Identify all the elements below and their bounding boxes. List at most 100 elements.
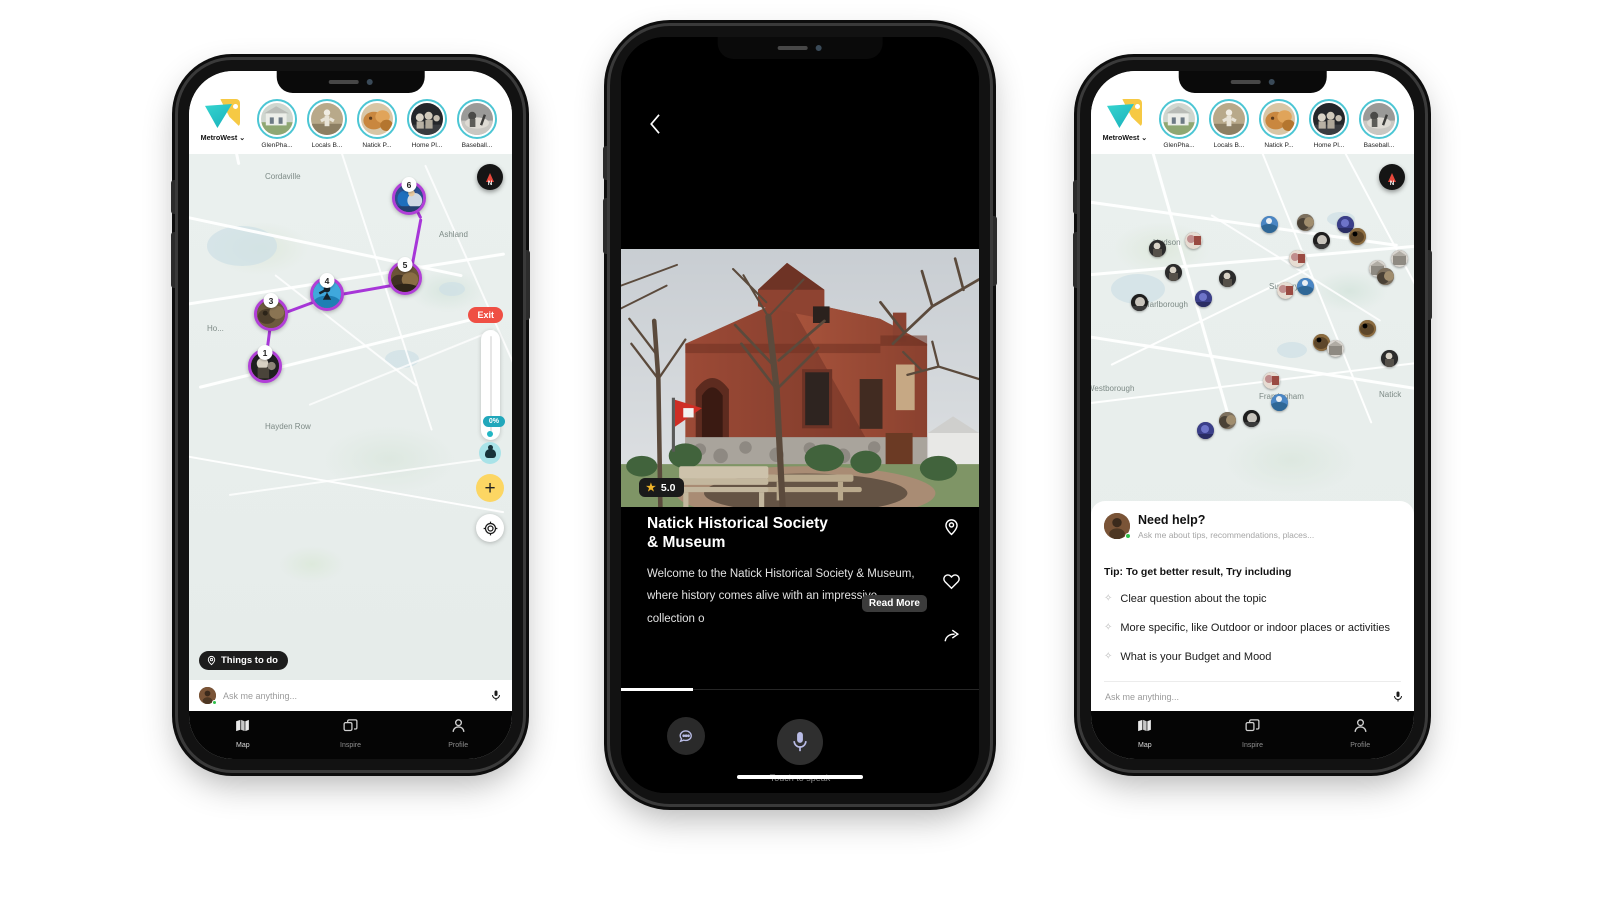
map-photo-pin[interactable] (1219, 412, 1236, 429)
walker-icon[interactable] (479, 442, 501, 464)
tip-text: More specific, like Outdoor or indoor pl… (1120, 622, 1391, 635)
place-detail-view: ★ 5.0 Natick Historical Society & Museum… (621, 37, 979, 793)
microphone-button[interactable] (776, 719, 823, 765)
map-photo-pin[interactable] (1219, 270, 1236, 287)
stories-bar-3: MetroWest ⌄ GlenPha... Locals B... Natick … (1091, 97, 1414, 154)
user-avatar[interactable] (199, 687, 217, 705)
map-photo-pin[interactable] (1349, 228, 1366, 245)
power-button[interactable] (1428, 250, 1432, 320)
map-photo-pin[interactable] (1377, 268, 1394, 285)
share-icon[interactable] (942, 627, 961, 646)
assistant-avatar (1104, 513, 1131, 540)
brand-block-3[interactable]: MetroWest ⌄ (1100, 99, 1150, 142)
microphone-icon (793, 732, 807, 752)
map-photo-pin[interactable] (1297, 278, 1314, 295)
story-item-3[interactable]: Home Pl... (1308, 99, 1350, 149)
heart-icon[interactable] (942, 572, 961, 591)
map-photo-pin[interactable] (1185, 232, 1202, 249)
progress-badge: 0% (482, 416, 505, 427)
locate-icon[interactable] (476, 514, 504, 542)
tab-label: Profile (448, 742, 469, 749)
route-marker-1[interactable]: 1 (248, 345, 282, 383)
route-marker-3[interactable]: 3 (254, 293, 288, 331)
metrowest-logo-icon (205, 99, 241, 131)
story-ring (1159, 99, 1199, 139)
microphone-icon[interactable] (490, 688, 502, 703)
story-item-3[interactable]: Home Pl... (406, 99, 448, 149)
phone-1-frame: MetroWest ⌄ GlenPha... Locals B... Natick … (171, 60, 530, 770)
story-thumb-house (261, 103, 293, 135)
phone-1-screen: MetroWest ⌄ GlenPha... Locals B... Natick … (189, 71, 512, 759)
search-input[interactable]: Ask me anything... (1105, 692, 1385, 702)
map-canvas-3[interactable]: HudsonSudburyMarlboroughWestboroughFrami… (1091, 154, 1414, 682)
story-item-2[interactable]: Natick P... (356, 99, 398, 149)
story-thumb-house (1163, 103, 1195, 135)
tab-inspire[interactable]: Inspire (297, 717, 405, 749)
compass-icon[interactable]: N (1379, 164, 1405, 190)
help-sheet: Need help? Ask me about tips, recommenda… (1091, 501, 1414, 682)
brand-block-1[interactable]: MetroWest ⌄ (198, 99, 248, 142)
add-button[interactable]: + (476, 474, 504, 502)
tip-item-0: ✧ Clear question about the topic (1104, 592, 1401, 607)
story-item-0[interactable]: GlenPha... (256, 99, 298, 149)
tab-map[interactable]: Map (1091, 717, 1199, 749)
chevron-left-icon (650, 114, 660, 134)
star-icon: ★ (646, 482, 656, 494)
map-photo-pin[interactable] (1289, 250, 1306, 267)
route-marker-4[interactable]: 4 (310, 273, 344, 311)
progress-handle[interactable] (487, 431, 493, 437)
help-subtitle: Ask me about tips, recommendations, plac… (1138, 530, 1315, 541)
map-photo-pin[interactable] (1391, 250, 1408, 267)
location-pin-icon[interactable] (942, 517, 961, 536)
map-photo-pin[interactable] (1277, 282, 1294, 299)
read-more-button[interactable]: Read More (861, 595, 927, 612)
search-input[interactable]: Ask me anything... (223, 691, 483, 701)
tab-profile[interactable]: Profile (1306, 717, 1414, 749)
story-item-1[interactable]: Locals B... (1208, 99, 1250, 149)
map-canvas-1[interactable]: Cordaville Ashland Ho... Hayden Row N 1 3 4 5 6… (189, 154, 512, 680)
map-photo-pin[interactable] (1381, 350, 1398, 367)
ask-bar-1[interactable]: Ask me anything... (189, 680, 512, 711)
story-label: Home Pl... (1313, 142, 1345, 149)
map-photo-pin[interactable] (1149, 240, 1166, 257)
exit-button[interactable]: Exit (468, 307, 503, 323)
tab-map[interactable]: Map (189, 717, 297, 749)
map-photo-pin[interactable] (1261, 216, 1278, 233)
speaker-grille (1230, 80, 1261, 84)
map-photo-pin[interactable] (1197, 422, 1214, 439)
tip-text: Clear question about the topic (1120, 593, 1267, 606)
tip-title: Tip: To get better result, Try including (1104, 566, 1292, 579)
map-photo-pin[interactable] (1359, 320, 1376, 337)
story-item-1[interactable]: Locals B... (306, 99, 348, 149)
tab-inspire[interactable]: Inspire (1199, 717, 1307, 749)
story-item-0[interactable]: GlenPha... (1158, 99, 1200, 149)
story-item-4[interactable]: Baseball... (456, 99, 498, 149)
compass-icon[interactable]: N (477, 164, 503, 190)
place-photo[interactable]: ★ 5.0 (621, 249, 979, 507)
chevron-down-icon: ⌄ (239, 133, 246, 142)
map-photo-pin[interactable] (1263, 372, 1280, 389)
map-photo-pin[interactable] (1271, 394, 1288, 411)
map-photo-pin[interactable] (1327, 340, 1344, 357)
story-item-4[interactable]: Baseball... (1358, 99, 1400, 149)
map-photo-pin[interactable] (1195, 290, 1212, 307)
back-button[interactable] (647, 111, 664, 142)
things-to-do-button[interactable]: Things to do (199, 651, 288, 670)
map-photo-pin[interactable] (1297, 214, 1314, 231)
map-photo-pin[interactable] (1313, 232, 1330, 249)
tab-profile[interactable]: Profile (404, 717, 512, 749)
story-list-1: GlenPha... Locals B... Natick P... Home Pl.… (256, 99, 498, 149)
marker-number: 6 (401, 177, 417, 192)
map-photo-pin[interactable] (1131, 294, 1148, 311)
story-item-2[interactable]: Natick P... (1258, 99, 1300, 149)
ask-bar-3[interactable]: Ask me anything... (1091, 682, 1414, 711)
home-indicator (737, 775, 863, 779)
map-photo-pin[interactable] (1243, 410, 1260, 427)
power-button[interactable] (993, 216, 997, 286)
route-marker-6[interactable]: 6 (392, 177, 426, 215)
power-button[interactable] (526, 250, 530, 320)
microphone-icon[interactable] (1392, 689, 1404, 704)
route-marker-5[interactable]: 5 (388, 257, 422, 295)
map-icon (1136, 717, 1153, 739)
map-photo-pin[interactable] (1165, 264, 1182, 281)
